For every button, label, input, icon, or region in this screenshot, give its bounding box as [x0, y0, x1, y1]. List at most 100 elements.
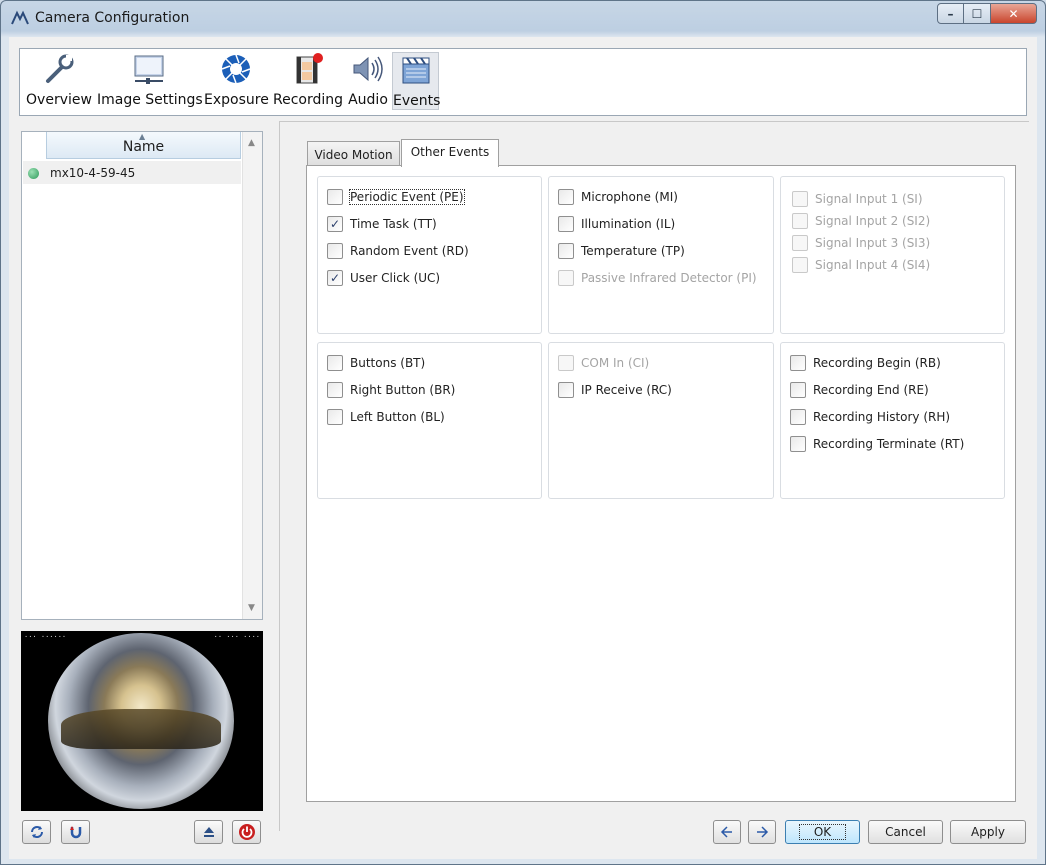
checkbox-illumination[interactable]: Illumination (IL) [558, 215, 675, 233]
close-icon: ✕ [1008, 6, 1019, 21]
checkbox-label: Recording History (RH) [813, 410, 951, 424]
list-item[interactable]: mx10-4-59-45 [23, 161, 241, 184]
camera-configuration-window: Camera Configuration – ☐ ✕ Overview Imag… [0, 0, 1046, 865]
checkbox-passive-infrared: Passive Infrared Detector (PI) [558, 269, 757, 287]
checkbox-box[interactable] [790, 355, 806, 371]
refresh-button[interactable] [22, 820, 51, 844]
minimize-button[interactable]: – [937, 3, 964, 24]
power-button[interactable] [232, 820, 261, 844]
dialog-client-area: Overview Image Settings Exposure Recordi… [9, 37, 1037, 859]
checkbox-left-button[interactable]: Left Button (BL) [327, 408, 445, 426]
checkbox-right-button[interactable]: Right Button (BR) [327, 381, 455, 399]
camera-name: mx10-4-59-45 [50, 166, 136, 180]
checkbox-user-click[interactable]: ✓ User Click (UC) [327, 269, 440, 287]
group-event-types: Periodic Event (PE) ✓ Time Task (TT) Ran… [317, 176, 542, 334]
checkbox-label: Temperature (TP) [581, 244, 685, 258]
checkbox-periodic-event[interactable]: Periodic Event (PE) [327, 188, 465, 206]
checkbox-label: Buttons (BT) [350, 356, 426, 370]
speaker-icon [353, 56, 383, 82]
ok-button[interactable]: OK [785, 820, 860, 844]
close-button[interactable]: ✕ [991, 3, 1037, 24]
maximize-button[interactable]: ☐ [964, 3, 991, 24]
eject-button[interactable] [194, 820, 223, 844]
forward-button[interactable] [748, 820, 776, 844]
checkbox-box[interactable] [327, 382, 343, 398]
apply-button[interactable]: Apply [950, 820, 1026, 844]
checkbox-box [792, 235, 808, 251]
back-button[interactable] [713, 820, 741, 844]
caption-buttons: – ☐ ✕ [937, 3, 1037, 24]
checkbox-box[interactable] [327, 409, 343, 425]
splitter[interactable] [279, 121, 280, 831]
checkbox-recording-history[interactable]: Recording History (RH) [790, 408, 950, 426]
checkbox-label: Recording End (RE) [813, 383, 929, 397]
checkbox-label: Recording Begin (RB) [813, 356, 941, 370]
image-settings-icon [134, 55, 164, 84]
checkbox-ip-receive[interactable]: IP Receive (RC) [558, 381, 672, 399]
checkbox-time-task[interactable]: ✓ Time Task (TT) [327, 215, 437, 233]
checkbox-box [792, 257, 808, 273]
group-recording: Recording Begin (RB) Recording End (RE) … [780, 342, 1005, 499]
toolbar-image-settings[interactable]: Image Settings [97, 52, 203, 110]
refresh-icon [30, 826, 43, 838]
checkbox-recording-terminate[interactable]: Recording Terminate (RT) [790, 435, 964, 453]
checkbox-box [792, 191, 808, 207]
vertical-scrollbar[interactable]: ▲ ▼ [242, 132, 262, 619]
ok-label: OK [798, 824, 847, 840]
other-events-page: Periodic Event (PE) ✓ Time Task (TT) Ran… [306, 165, 1016, 802]
checkbox-box[interactable] [558, 216, 574, 232]
camera-preview-image: ··· ······ ·· ··· ···· [21, 631, 263, 811]
status-dot-icon [28, 168, 39, 179]
checkbox-microphone[interactable]: Microphone (MI) [558, 188, 678, 206]
toolbar-exposure-label: Exposure [204, 92, 269, 108]
camera-list: ▲ Name mx10-4-59-45 ▲ ▼ [21, 131, 263, 620]
checkbox-box[interactable] [790, 436, 806, 452]
checkbox-box[interactable] [327, 189, 343, 205]
checkbox-recording-begin[interactable]: Recording Begin (RB) [790, 354, 941, 372]
checkbox-label: Random Event (RD) [350, 244, 469, 258]
column-header-name[interactable]: ▲ Name [46, 132, 241, 159]
checkbox-com-in: COM In (CI) [558, 354, 649, 372]
tab-video-motion[interactable]: Video Motion [307, 141, 400, 166]
scroll-up-icon[interactable]: ▲ [248, 138, 255, 148]
title-bar: Camera Configuration – ☐ ✕ [1, 1, 1045, 37]
column-header-label: Name [122, 139, 165, 155]
checkbox-temperature[interactable]: Temperature (TP) [558, 242, 685, 260]
checkbox-box[interactable] [327, 243, 343, 259]
toolbar-audio[interactable]: Audio [346, 52, 390, 110]
checkbox-label: Microphone (MI) [581, 190, 678, 204]
wrench-icon [46, 54, 74, 83]
checkbox-recording-end[interactable]: Recording End (RE) [790, 381, 929, 399]
checkbox-random-event[interactable]: Random Event (RD) [327, 242, 469, 260]
toolbar-audio-label: Audio [348, 92, 388, 108]
checkbox-buttons[interactable]: Buttons (BT) [327, 354, 425, 372]
checkbox-box[interactable] [558, 243, 574, 259]
scroll-down-icon[interactable]: ▼ [248, 603, 255, 613]
checkbox-label: Periodic Event (PE) [349, 189, 465, 205]
preview-buildings [61, 709, 221, 749]
separator [279, 121, 1029, 122]
checkbox-box[interactable] [790, 382, 806, 398]
checkmark-icon[interactable]: ✓ [327, 216, 343, 232]
checkbox-label: Signal Input 1 (SI) [815, 192, 923, 206]
cancel-button[interactable]: Cancel [868, 820, 943, 844]
toolbar-recording[interactable]: Recording [273, 52, 343, 110]
checkbox-box[interactable] [790, 409, 806, 425]
group-communication: COM In (CI) IP Receive (RC) [548, 342, 774, 499]
checkbox-label: Signal Input 2 (SI2) [815, 214, 931, 228]
tab-other-events[interactable]: Other Events [401, 139, 499, 167]
toolbar-events[interactable]: Events [392, 52, 440, 110]
checkbox-label: Right Button (BR) [350, 383, 456, 397]
checkbox-signal-input-4: Signal Input 4 (SI4) [792, 256, 930, 274]
checkbox-box[interactable] [327, 355, 343, 371]
toolbar-exposure[interactable]: Exposure [204, 52, 269, 110]
toolbar-overview[interactable]: Overview [26, 52, 92, 110]
checkbox-box [558, 270, 574, 286]
checkmark-icon[interactable]: ✓ [327, 270, 343, 286]
checkbox-box[interactable] [558, 189, 574, 205]
checkbox-box[interactable] [558, 382, 574, 398]
aperture-icon [221, 54, 251, 84]
checkbox-box [558, 355, 574, 371]
reconnect-button[interactable] [61, 820, 90, 844]
checkbox-label: Signal Input 4 (SI4) [815, 258, 931, 272]
